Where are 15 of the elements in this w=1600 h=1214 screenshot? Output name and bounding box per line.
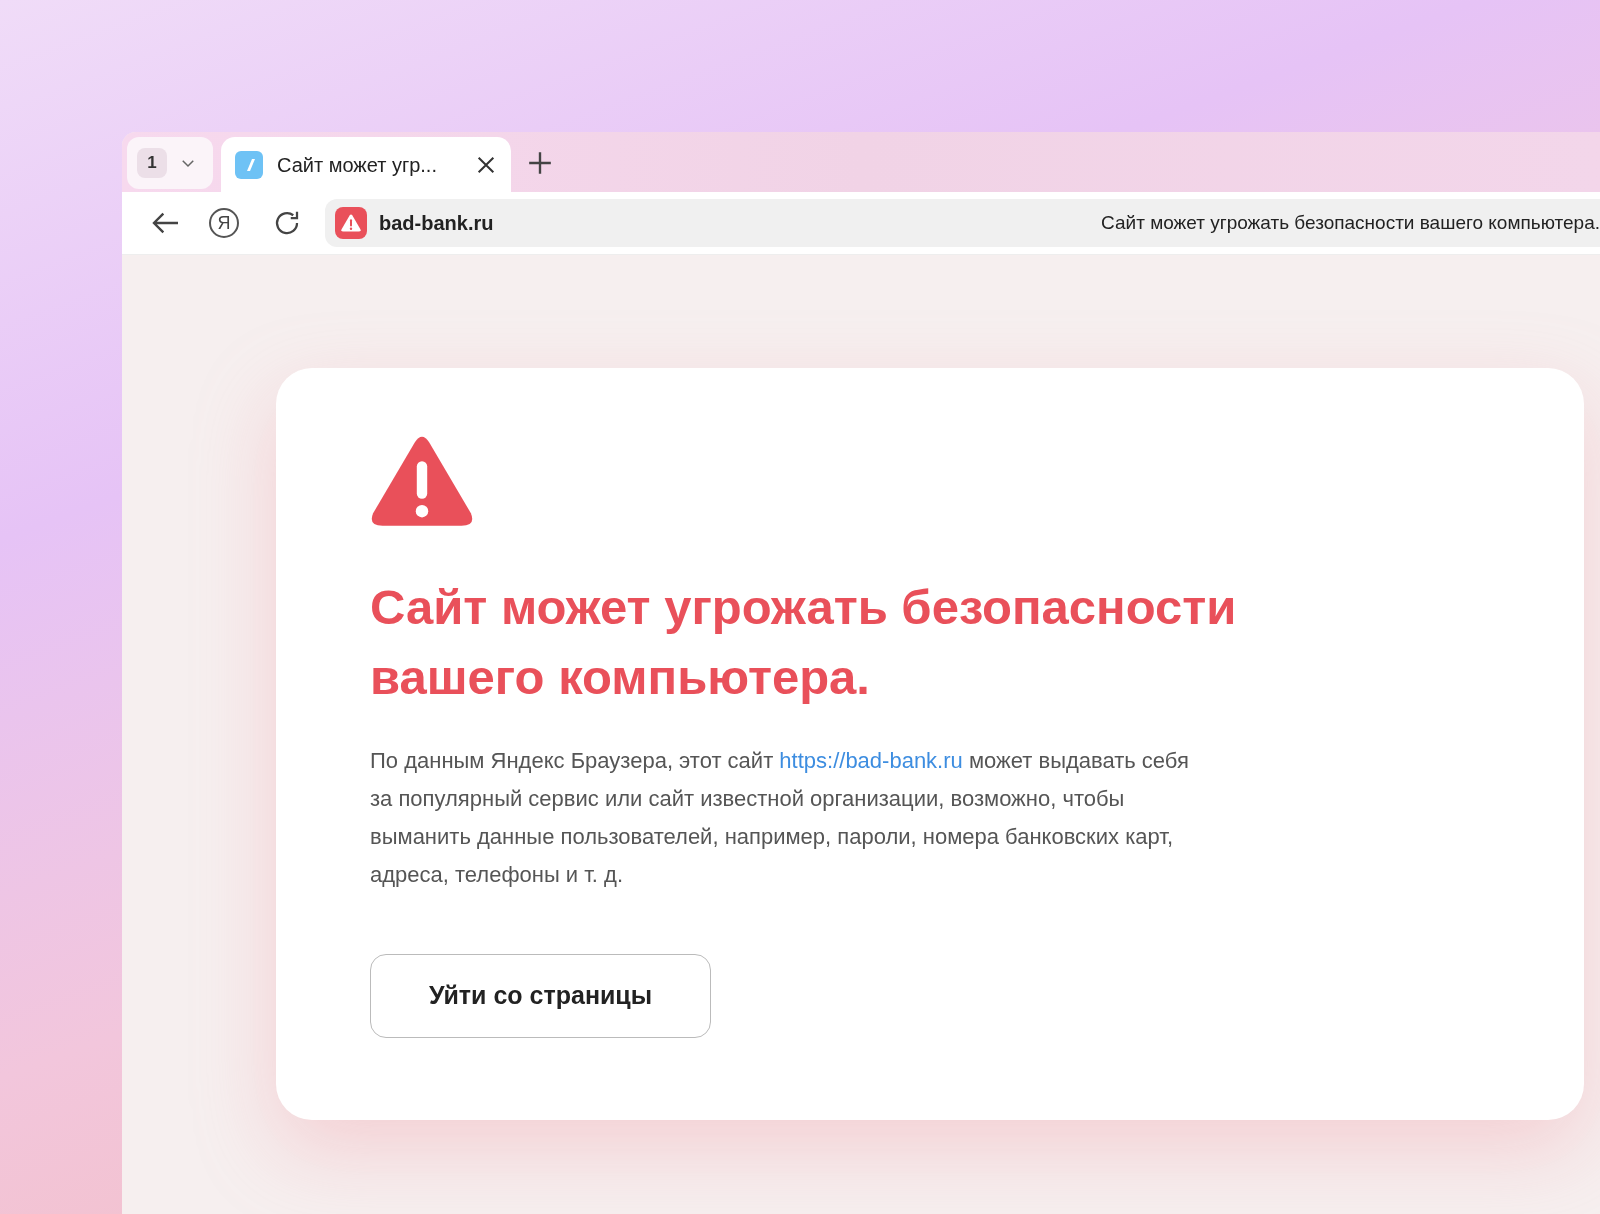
address-bar[interactable]: bad-bank.ru Сайт может угрожать безопасности вашего компьютера.: [325, 199, 1600, 247]
leave-page-button[interactable]: Уйти со страницы: [370, 954, 711, 1038]
tab-title: Сайт может угр...: [277, 152, 437, 178]
warning-title: Сайт может угрожать безопасности вашего компьютера.: [370, 579, 1238, 706]
warning-icon: [335, 207, 367, 239]
security-status: Сайт может угрожать безопасности вашего компьютера.: [1101, 210, 1600, 235]
tab-group-button[interactable]: 1: [127, 137, 213, 189]
browser-tab[interactable]: Сайт может угр...: [221, 137, 511, 192]
yandex-button[interactable]: Я: [209, 208, 239, 238]
tab-count: 1: [137, 148, 167, 178]
new-tab-icon[interactable]: [527, 150, 553, 176]
warning-description: По данным Яндекс Браузера, этот сайт https://bad-bank.ru может выдавать себя за популярный сервис или сайт известной организации, возможно, чтобы выманить данные пользователей, например, пароли, номера банковских карт, адреса, телефоны и т. д.: [370, 747, 1190, 889]
site-favicon-icon: [235, 150, 263, 179]
warning-icon: [370, 434, 474, 528]
site-domain: bad-bank.ru: [379, 211, 494, 236]
